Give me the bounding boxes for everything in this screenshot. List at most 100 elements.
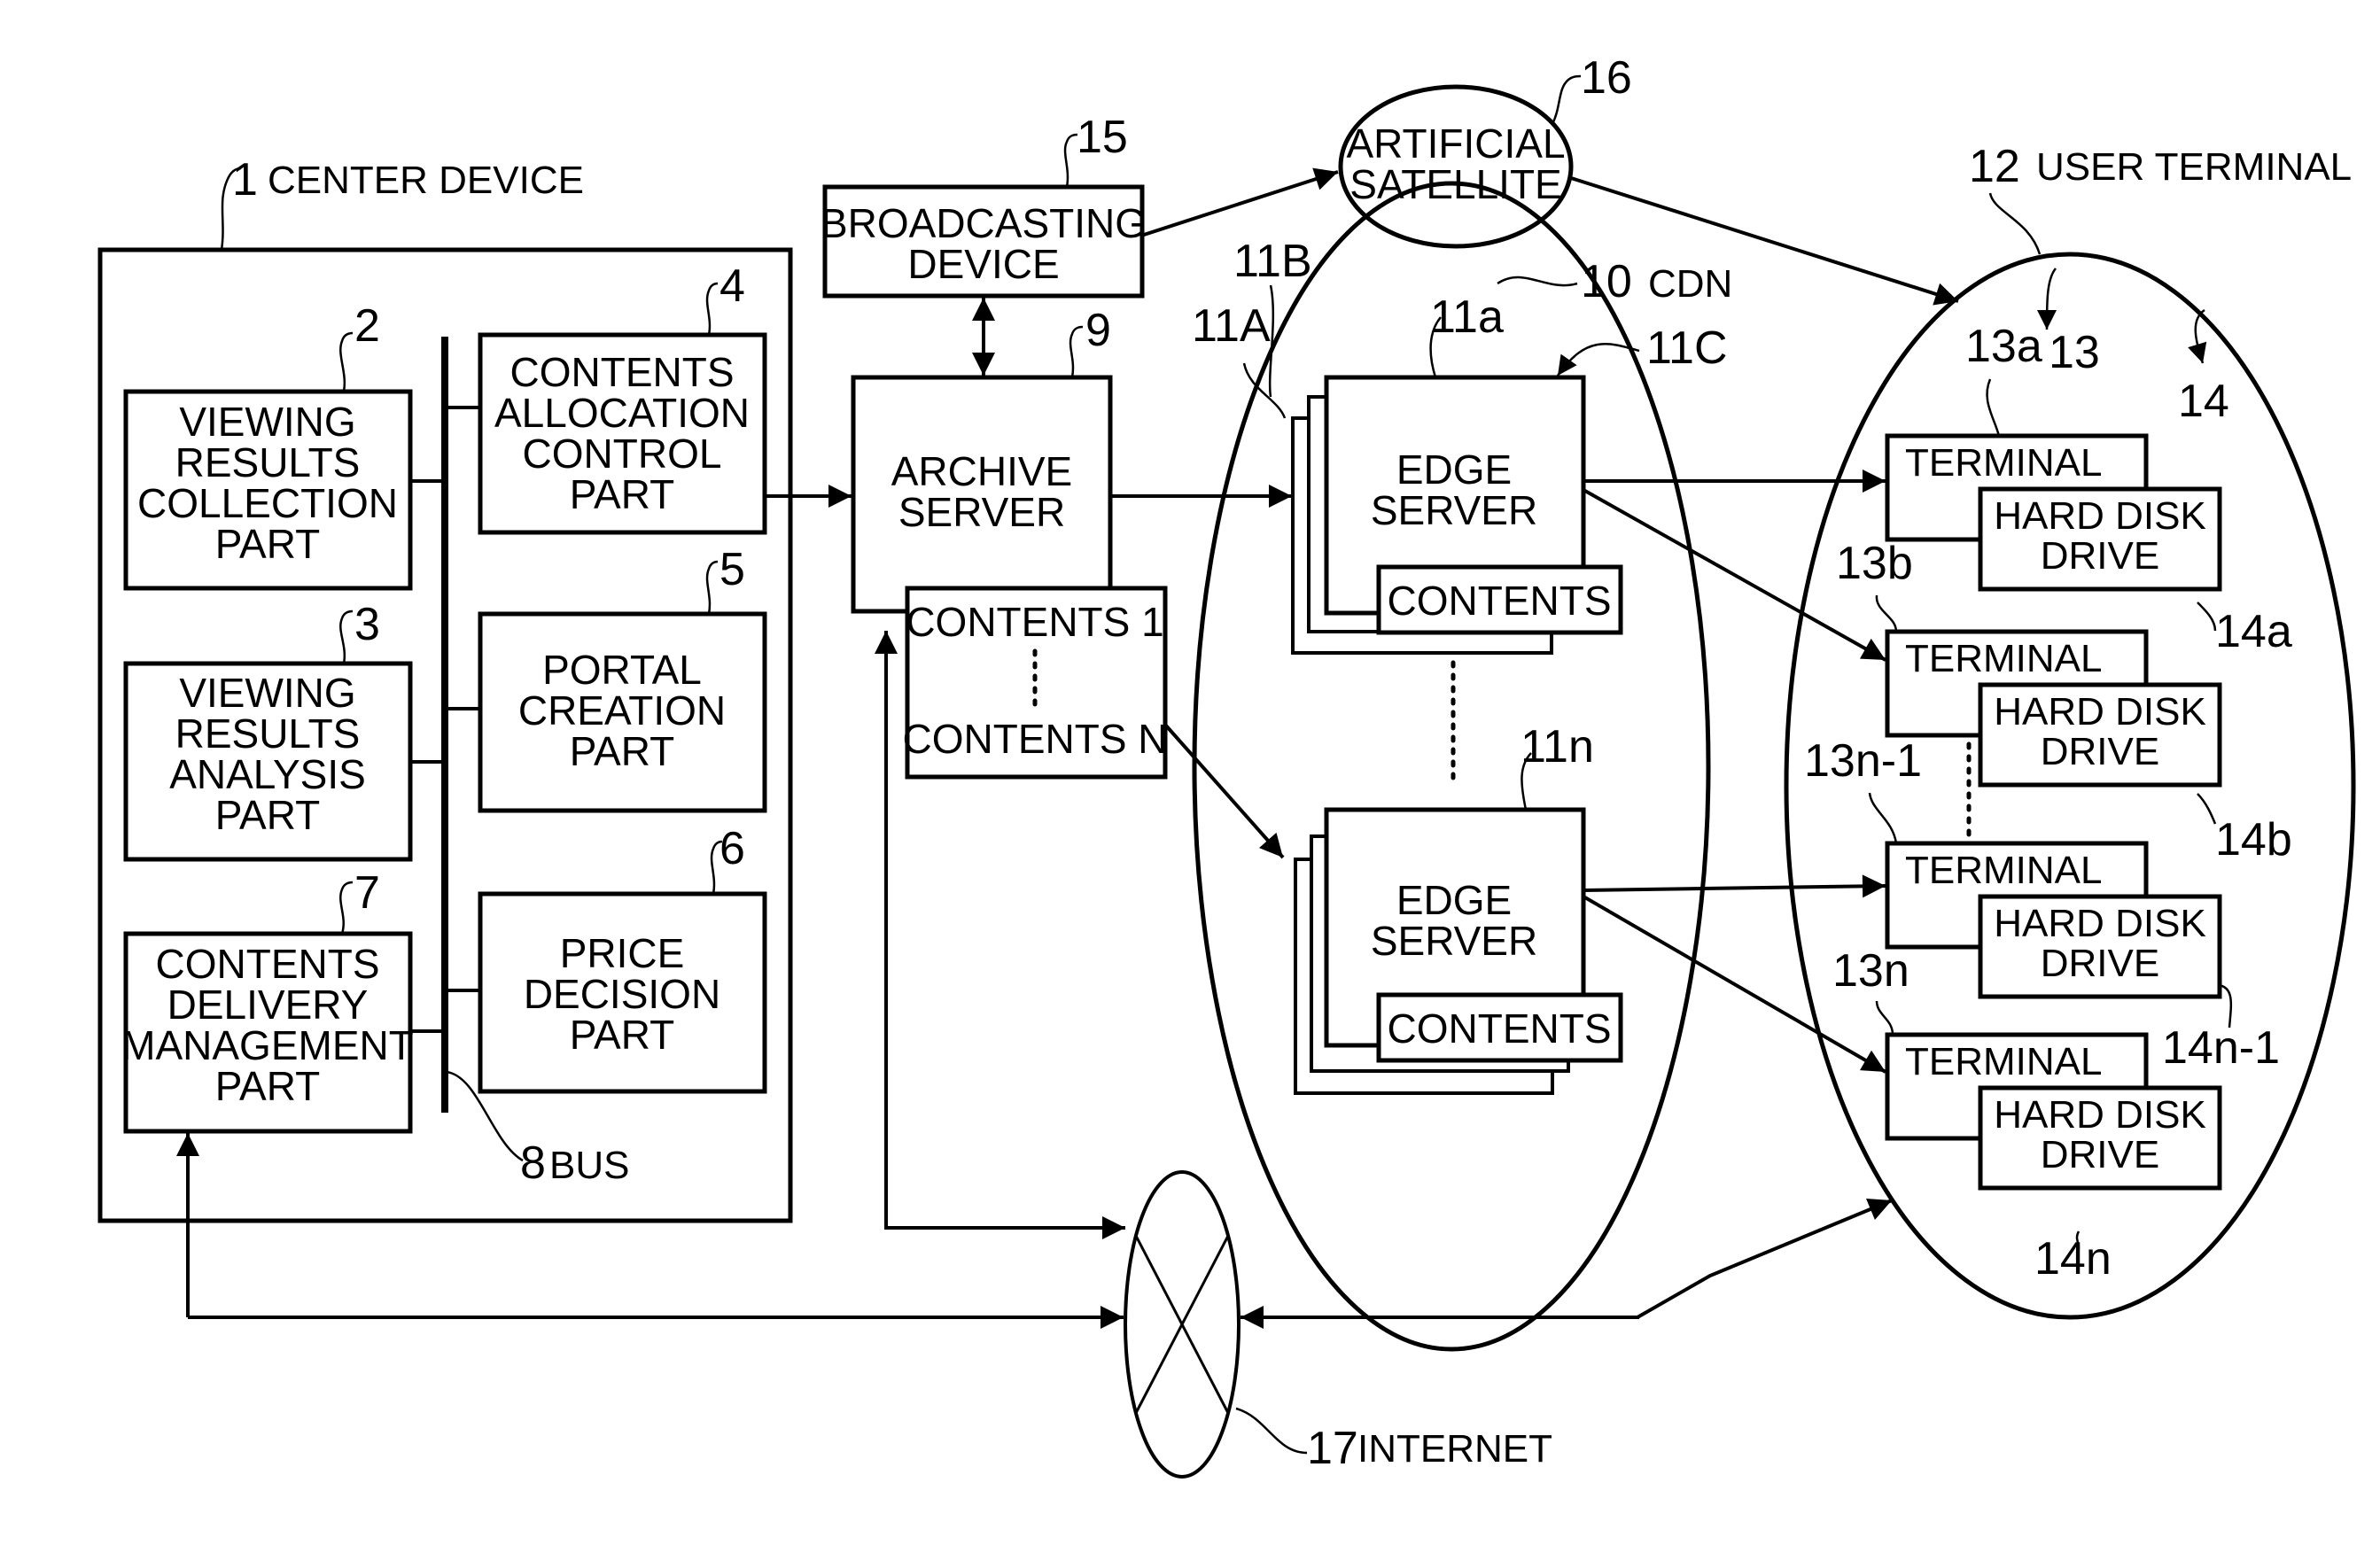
contents-last: CONTENTS N [903, 716, 1168, 762]
box4-line1: CONTENTS [510, 349, 735, 395]
leader-16 [1551, 74, 1582, 125]
internet-label: INTERNET [1357, 1427, 1552, 1471]
box6-line3: PART [570, 1012, 674, 1058]
hdd-ref: 14n-1 [2162, 1022, 2280, 1074]
box3-line3: ANALYSIS [169, 751, 366, 797]
terminal-ref-leader [1986, 378, 2001, 437]
box4-line4: PART [570, 471, 674, 517]
artificial-satellite: ARTIFICIAL SATELLITE 16 [1338, 52, 1632, 249]
center-device-label: CENTER DEVICE [268, 159, 584, 202]
terminal-label: TERMINAL [1905, 849, 2102, 892]
bus-label: BUS [549, 1144, 629, 1187]
ref-15: 15 [1077, 112, 1128, 163]
box4-line3: CONTROL [523, 431, 722, 477]
terminal-list: TERMINALHARD DISKDRIVE13a14aTERMINALHARD… [1804, 321, 2292, 1285]
ref-12: 12 [1969, 141, 2020, 192]
leader-9 [1069, 325, 1084, 378]
hdd-line2: DRIVE [2041, 534, 2159, 578]
terminal-ref: 13n-1 [1804, 735, 1922, 787]
terminal-ref: 13a [1965, 321, 2042, 372]
hdd-line1: HARD DISK [1994, 494, 2206, 538]
leader-12 [1988, 192, 2042, 255]
box7-line3: MANAGEMENT [121, 1022, 414, 1068]
terminal-ref-leader [1875, 594, 1898, 633]
broadcasting-line1: BROADCASTING [821, 200, 1147, 246]
leader-17 [1235, 1407, 1308, 1455]
ref-1: 1 [232, 154, 258, 206]
ref-5: 5 [719, 544, 745, 595]
ref-7: 7 [354, 867, 380, 919]
ref-13-visible: 13 [2049, 327, 2100, 378]
terminal-ref-leader [1875, 1000, 1894, 1036]
leader-11C [1556, 343, 1640, 376]
box3-line1: VIEWING [179, 670, 355, 716]
terminal-label: TERMINAL [1905, 1040, 2102, 1083]
hdd-line2: DRIVE [2041, 942, 2159, 985]
box4-line2: ALLOCATION [494, 390, 750, 436]
ref-2: 2 [354, 300, 380, 352]
leader-10 [1497, 276, 1578, 287]
box7-line4: PART [215, 1063, 320, 1109]
terminal-ref: 13n [1832, 945, 1909, 997]
terminal-ref: 13b [1836, 538, 1913, 589]
hdd-ref-leader [2197, 793, 2217, 825]
box2-line2: RESULTS [175, 439, 361, 485]
edgen-contents-label: CONTENTS [1388, 1005, 1612, 1052]
ref-6: 6 [719, 823, 745, 874]
hdd-line1: HARD DISK [1994, 690, 2206, 734]
system-diagram: 1 CENTER DEVICE 8 BUS VIEWING RESULTS CO… [97, 52, 2356, 1479]
terminal-ref-leader [1868, 792, 1898, 844]
broadcasting-line2: DEVICE [907, 241, 1059, 287]
ref-14: 14 [2178, 376, 2229, 427]
edge-server-1: EDGE SERVER CONTENTS [1291, 375, 1623, 655]
edgen-line1: EDGE [1396, 877, 1512, 923]
hdd-line1: HARD DISK [1994, 902, 2206, 945]
box2-line4: PART [215, 521, 320, 567]
ref-11n: 11n [1521, 721, 1594, 772]
box5-line2: CREATION [518, 687, 726, 734]
ref-10: 10 [1581, 256, 1632, 307]
box7-line1: CONTENTS [156, 941, 380, 987]
hdd-line2: DRIVE [2041, 1133, 2159, 1176]
arrow-edgen-to-terminal-n-1 [1583, 874, 1886, 898]
internet: 17 INTERNET [1124, 1170, 1552, 1479]
contents-first: CONTENTS 1 [906, 599, 1163, 645]
ref-11B: 11B [1233, 236, 1312, 287]
ref-11a: 11a [1430, 291, 1504, 343]
edge-server-n: EDGE SERVER CONTENTS [1294, 807, 1623, 1095]
ref-4: 4 [719, 260, 745, 312]
ref-3: 3 [354, 599, 380, 650]
user-terminal-label: USER TERMINAL [2036, 145, 2352, 189]
hdd-line1: HARD DISK [1994, 1093, 2206, 1137]
edge1-line2: SERVER [1371, 487, 1537, 533]
hdd-ref-leader [2197, 602, 2217, 632]
ref-9: 9 [1085, 305, 1111, 356]
hdd-line2: DRIVE [2041, 730, 2159, 773]
terminal-label: TERMINAL [1905, 441, 2102, 485]
hdd-ref: 14n [2034, 1233, 2112, 1285]
hdd-ref: 14b [2215, 814, 2292, 866]
ref-8: 8 [520, 1137, 546, 1189]
broadcasting-device: BROADCASTING DEVICE 15 [821, 112, 1147, 299]
box5-line3: PART [570, 728, 674, 774]
arrow-archive-to-edge-n [1163, 723, 1285, 859]
edge1-line1: EDGE [1396, 446, 1512, 493]
edgen-line2: SERVER [1371, 918, 1537, 964]
archive-contents-store: CONTENTS 1 CONTENTS N [903, 586, 1168, 780]
leader-13 [2037, 268, 2057, 330]
box5-line1: PORTAL [542, 647, 702, 693]
box2-line1: VIEWING [179, 399, 355, 445]
box3-line2: RESULTS [175, 710, 361, 757]
archive-line1: ARCHIVE [891, 448, 1072, 494]
ref-17: 17 [1307, 1423, 1358, 1474]
box7-line2: DELIVERY [167, 982, 369, 1028]
hdd-ref: 14a [2215, 606, 2292, 657]
leader-15 [1063, 133, 1078, 188]
satellite-line1: ARTIFICIAL [1346, 120, 1565, 167]
box3-line4: PART [215, 792, 320, 838]
leader-11B [1268, 284, 1275, 398]
cdn-label: CDN [1648, 262, 1732, 306]
archive-line2: SERVER [898, 489, 1065, 535]
box6-line2: DECISION [524, 971, 720, 1017]
arrow-internet-to-user [1637, 1198, 1893, 1319]
